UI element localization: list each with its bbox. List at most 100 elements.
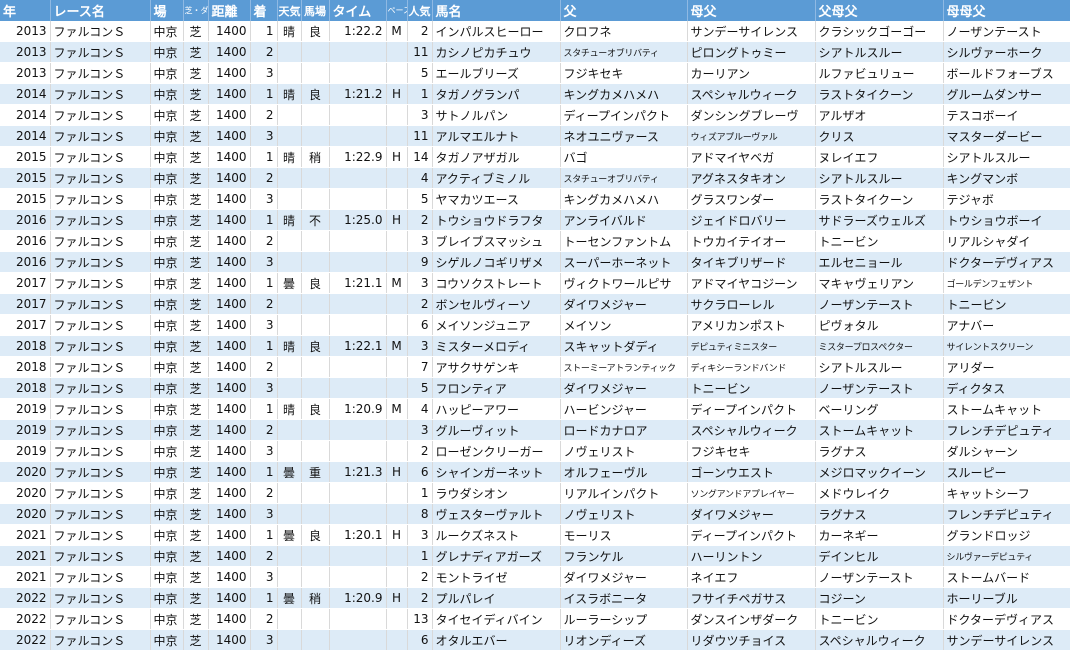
cell-year[interactable]: 2017 (0, 293, 51, 315)
cell-sire[interactable]: フランケル (560, 545, 688, 567)
cell-damsire[interactable]: マキャヴェリアン (815, 272, 944, 294)
cell-distance[interactable]: 1400 (208, 21, 251, 42)
cell-damdamsire[interactable]: グルームダンサー (943, 83, 1070, 105)
cell-dam[interactable]: フジキセキ (687, 440, 816, 462)
cell-sire[interactable]: キングカメハメハ (560, 83, 688, 105)
cell-surface[interactable]: 芝 (183, 125, 209, 147)
cell-distance[interactable]: 1400 (208, 314, 251, 336)
cell-race[interactable]: ファルコンＳ (50, 608, 151, 630)
cell-going[interactable] (301, 629, 330, 651)
cell-sire[interactable]: ダイワメジャー (560, 293, 688, 315)
header-race[interactable]: レース名 (50, 0, 151, 21)
cell-going[interactable]: 良 (301, 21, 330, 42)
cell-sire[interactable]: ダイワメジャー (560, 377, 688, 399)
cell-going[interactable] (301, 356, 330, 378)
cell-damsire[interactable]: ヌレイエフ (815, 146, 944, 168)
cell-venue[interactable]: 中京 (150, 209, 184, 231)
cell-sire[interactable]: リアルインパクト (560, 482, 688, 504)
cell-going[interactable] (301, 188, 330, 210)
cell-weather[interactable] (277, 314, 302, 336)
cell-time[interactable] (329, 125, 387, 147)
cell-weather[interactable] (277, 41, 302, 63)
cell-popularity[interactable]: 2 (407, 440, 433, 462)
cell-sire[interactable]: アンライバルド (560, 209, 688, 231)
cell-horse[interactable]: ヤマカツエース (432, 188, 561, 210)
cell-race[interactable]: ファルコンＳ (50, 629, 151, 651)
cell-distance[interactable]: 1400 (208, 356, 251, 378)
cell-damdamsire[interactable]: アナバー (943, 314, 1070, 336)
cell-sire[interactable]: メイソン (560, 314, 688, 336)
cell-going[interactable]: 稍 (301, 587, 330, 609)
cell-sire[interactable]: スタチューオブリバティ (560, 167, 688, 189)
cell-venue[interactable]: 中京 (150, 41, 184, 63)
cell-distance[interactable]: 1400 (208, 41, 251, 63)
cell-pace[interactable] (386, 377, 408, 399)
cell-horse[interactable]: カシノピカチュウ (432, 41, 561, 63)
cell-going[interactable] (301, 503, 330, 525)
cell-year[interactable]: 2015 (0, 167, 51, 189)
cell-time[interactable] (329, 440, 387, 462)
cell-popularity[interactable]: 5 (407, 62, 433, 84)
cell-dam[interactable]: トニービン (687, 377, 816, 399)
cell-venue[interactable]: 中京 (150, 356, 184, 378)
cell-pace[interactable] (386, 251, 408, 273)
cell-going[interactable] (301, 608, 330, 630)
cell-time[interactable]: 1:21.3 (329, 461, 387, 483)
cell-venue[interactable]: 中京 (150, 398, 184, 420)
cell-year[interactable]: 2013 (0, 21, 51, 42)
cell-weather[interactable] (277, 629, 302, 651)
cell-damdamsire[interactable]: ストームバード (943, 566, 1070, 588)
cell-race[interactable]: ファルコンＳ (50, 587, 151, 609)
cell-year[interactable]: 2016 (0, 209, 51, 231)
cell-horse[interactable]: サトノルパン (432, 104, 561, 126)
cell-damsire[interactable]: ベーリング (815, 398, 944, 420)
cell-horse[interactable]: オタルエバー (432, 629, 561, 651)
cell-popularity[interactable]: 2 (407, 209, 433, 231)
cell-surface[interactable]: 芝 (183, 398, 209, 420)
cell-damdamsire[interactable]: テジャボ (943, 188, 1070, 210)
cell-horse[interactable]: タイセイディバイン (432, 608, 561, 630)
cell-dam[interactable]: ハーリントン (687, 545, 816, 567)
cell-going[interactable] (301, 545, 330, 567)
cell-surface[interactable]: 芝 (183, 104, 209, 126)
cell-venue[interactable]: 中京 (150, 230, 184, 252)
cell-surface[interactable]: 芝 (183, 188, 209, 210)
cell-damdamsire[interactable]: グランドロッジ (943, 524, 1070, 546)
header-distance[interactable]: 距離 (208, 0, 251, 21)
cell-pace[interactable] (386, 41, 408, 63)
cell-dam[interactable]: サンデーサイレンス (687, 21, 816, 42)
cell-distance[interactable]: 1400 (208, 566, 251, 588)
cell-weather[interactable] (277, 293, 302, 315)
cell-finish[interactable]: 3 (250, 251, 278, 273)
cell-weather[interactable] (277, 104, 302, 126)
cell-going[interactable] (301, 419, 330, 441)
cell-distance[interactable]: 1400 (208, 293, 251, 315)
cell-weather[interactable] (277, 356, 302, 378)
cell-sire[interactable]: スーパーホーネット (560, 251, 688, 273)
cell-popularity[interactable]: 4 (407, 167, 433, 189)
cell-popularity[interactable]: 8 (407, 503, 433, 525)
cell-damdamsire[interactable]: ホーリーブル (943, 587, 1070, 609)
cell-year[interactable]: 2022 (0, 629, 51, 651)
cell-damdamsire[interactable]: サイレントスクリーン (943, 335, 1070, 357)
cell-popularity[interactable]: 2 (407, 21, 433, 42)
cell-damsire[interactable]: ノーザンテースト (815, 293, 944, 315)
cell-race[interactable]: ファルコンＳ (50, 146, 151, 168)
cell-popularity[interactable]: 14 (407, 146, 433, 168)
cell-damdamsire[interactable]: サンデーサイレンス (943, 629, 1070, 651)
cell-sire[interactable]: ネオユニヴァース (560, 125, 688, 147)
cell-finish[interactable]: 2 (250, 356, 278, 378)
cell-year[interactable]: 2021 (0, 524, 51, 546)
cell-popularity[interactable]: 11 (407, 125, 433, 147)
cell-surface[interactable]: 芝 (183, 587, 209, 609)
cell-going[interactable]: 良 (301, 335, 330, 357)
cell-race[interactable]: ファルコンＳ (50, 293, 151, 315)
cell-damsire[interactable]: ミスタープロスペクター (815, 335, 944, 357)
cell-dam[interactable]: スペシャルウィーク (687, 419, 816, 441)
cell-time[interactable] (329, 377, 387, 399)
cell-dam[interactable]: スペシャルウィーク (687, 83, 816, 105)
cell-damdamsire[interactable]: ドクターデヴィアス (943, 608, 1070, 630)
cell-damsire[interactable]: ラストタイクーン (815, 188, 944, 210)
cell-popularity[interactable]: 7 (407, 356, 433, 378)
cell-sire[interactable]: オルフェーヴル (560, 461, 688, 483)
